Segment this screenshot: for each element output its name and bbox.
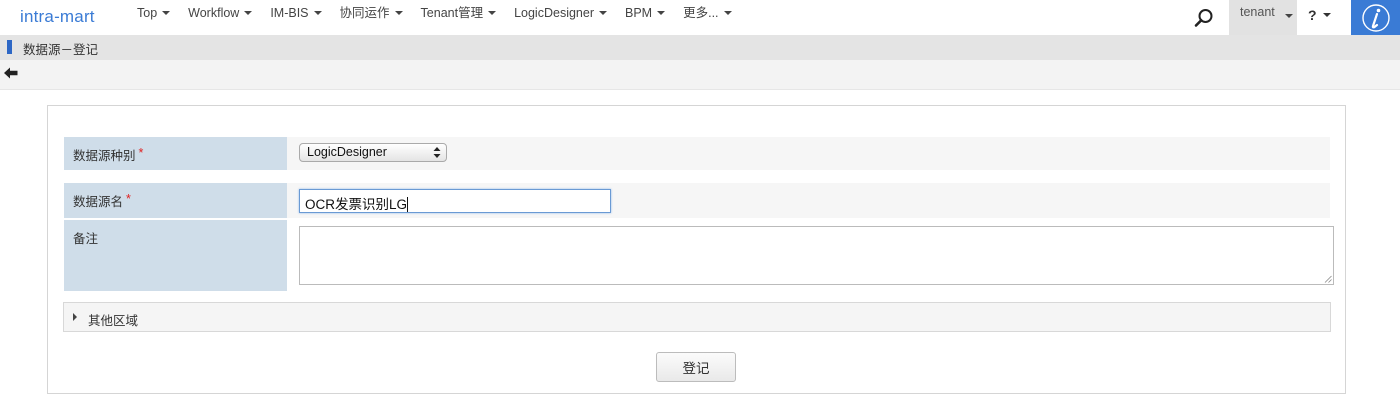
- caret-down-icon: [657, 10, 666, 15]
- user-menu[interactable]: tenant: [1229, 0, 1297, 35]
- caret-down-icon: [599, 10, 607, 15]
- type-label: 数据源种别: [73, 149, 136, 163]
- user-name: tenant: [1240, 5, 1275, 19]
- registration-form: 数据源种别 * LogicDesigner 数据源名 * OCR发票识别LG 备注: [47, 105, 1346, 394]
- intra-mart-i-icon[interactable]: [1351, 0, 1400, 35]
- back-button[interactable]: [3, 66, 21, 82]
- note-label: 备注: [73, 232, 99, 246]
- other-section-toggle[interactable]: 其他区域: [63, 302, 1331, 332]
- note-textarea[interactable]: [299, 226, 1334, 285]
- caret-down-icon: [1322, 13, 1331, 18]
- nav-item-label: Tenant管理: [420, 6, 484, 20]
- datasource-name-input[interactable]: OCR发票识别LG: [299, 189, 611, 213]
- caret-down-icon: [723, 10, 732, 15]
- other-section-label: 其他区域: [88, 314, 139, 328]
- nav-item-label: 更多...: [683, 6, 719, 20]
- input-value: OCR发票识别LG: [305, 197, 408, 212]
- arrow-left-icon: [4, 67, 18, 79]
- register-button[interactable]: 登记: [656, 352, 736, 382]
- app-logo[interactable]: intra-mart: [20, 7, 95, 27]
- nav-item-logicdesigner[interactable]: LogicDesigner: [505, 0, 616, 35]
- nav-item-label: 协同运作: [339, 6, 390, 20]
- help-menu[interactable]: ?: [1298, 0, 1340, 35]
- nav-item-collaboration[interactable]: 协同运作: [331, 0, 412, 35]
- select-arrows-icon: [433, 147, 441, 158]
- caret-down-icon: [394, 10, 403, 15]
- nav-item-more[interactable]: 更多...: [674, 0, 740, 35]
- form-row-name: 数据源名 * OCR发票识别LG: [64, 183, 1330, 218]
- nav-item-label: IM-BIS: [270, 6, 309, 20]
- nav-item-workflow[interactable]: Workflow: [179, 0, 261, 35]
- title-marker: [7, 40, 12, 54]
- resize-grip-icon[interactable]: [1324, 275, 1332, 283]
- caret-down-icon: [1285, 14, 1293, 18]
- nav-item-label: LogicDesigner: [514, 6, 594, 20]
- caret-down-icon: [162, 10, 171, 15]
- field-label: 数据源名 *: [64, 183, 287, 218]
- form-row-type: 数据源种别 * LogicDesigner: [64, 137, 1330, 170]
- required-mark: *: [138, 146, 144, 160]
- nav-item-im-bis[interactable]: IM-BIS: [261, 0, 330, 35]
- page-toolbar: [0, 60, 1400, 90]
- help-label: ?: [1308, 7, 1317, 23]
- caret-down-icon: [488, 10, 497, 15]
- top-navbar: intra-mart Top Workflow IM-BIS 协同运作 Tena…: [0, 0, 1400, 35]
- required-mark: *: [126, 192, 131, 206]
- caret-down-icon: [313, 10, 322, 15]
- nav-item-bpm[interactable]: BPM: [616, 0, 674, 35]
- info-i-icon: [1361, 3, 1390, 32]
- search-button[interactable]: [1181, 0, 1227, 35]
- field-label: 数据源种别 *: [64, 137, 287, 170]
- caret-right-icon: [73, 313, 77, 321]
- field-label: 备注: [64, 220, 287, 291]
- nav-item-tenant-admin[interactable]: Tenant管理: [412, 0, 506, 35]
- main-menu: Top Workflow IM-BIS 协同运作 Tenant管理 LogicD…: [128, 0, 741, 35]
- caret-down-icon: [244, 10, 253, 15]
- datasource-type-select[interactable]: LogicDesigner: [299, 143, 447, 162]
- name-label: 数据源名: [73, 195, 124, 209]
- search-icon: [1194, 8, 1213, 27]
- nav-item-label: Workflow: [188, 6, 240, 20]
- nav-item-top[interactable]: Top: [128, 0, 179, 35]
- page-title: 数据源－登记: [23, 43, 99, 57]
- text-cursor: [407, 197, 409, 212]
- nav-item-label: BPM: [625, 6, 653, 20]
- page-title-bar: 数据源－登记: [0, 35, 1400, 60]
- select-value: LogicDesigner: [307, 145, 387, 159]
- form-row-note: 备注: [64, 220, 1334, 291]
- nav-item-label: Top: [137, 6, 158, 20]
